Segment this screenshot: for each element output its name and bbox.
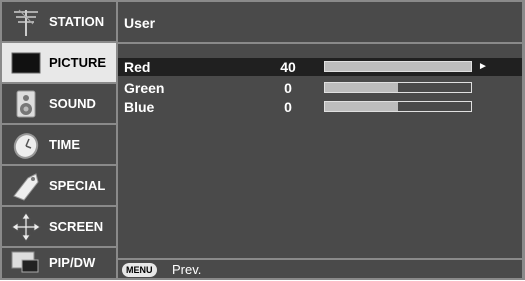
setting-label: Red [124, 59, 151, 75]
right-arrow-icon: ► [478, 61, 488, 72]
antenna-icon [10, 6, 42, 38]
speaker-icon [10, 88, 42, 120]
sidebar-item-special[interactable]: SPECIAL [2, 166, 116, 205]
sidebar-item-pip-dw[interactable]: PIP/DW [2, 248, 116, 278]
sidebar-item-sound[interactable]: SOUND [2, 84, 116, 123]
setting-label: Green [124, 80, 165, 96]
sidebar-item-station[interactable]: STATION [2, 2, 116, 41]
sidebar-item-screen[interactable]: SCREEN [2, 207, 116, 246]
setting-value: 0 [284, 80, 292, 96]
panel-title: User [118, 2, 522, 44]
slider-fill [325, 83, 398, 92]
level-slider[interactable] [324, 82, 472, 93]
sidebar-item-time[interactable]: TIME [2, 125, 116, 164]
prev-label: Prev. [172, 262, 202, 277]
setting-label: Blue [124, 99, 155, 115]
sidebar-item-label: SOUND [49, 96, 96, 111]
clock-icon [10, 129, 42, 161]
tag-icon [10, 170, 42, 202]
slider-fill [325, 62, 471, 71]
sidebar-item-label: PIP/DW [49, 255, 96, 270]
setting-value: 40 [280, 59, 296, 75]
level-slider[interactable] [324, 61, 472, 72]
settings-panel: User Red 40 ► Green 0 Blue 0 MENU Prev. [118, 2, 522, 278]
sidebar: STATION PICTURE SOUND TIME SPECIAL SCREE… [2, 2, 116, 278]
move-arrows-icon [10, 211, 42, 243]
setting-row-green[interactable]: Green 0 [118, 79, 522, 97]
pip-windows-icon [10, 250, 42, 276]
sidebar-item-label: SPECIAL [49, 178, 106, 193]
slider-fill [325, 102, 398, 111]
osd-menu: STATION PICTURE SOUND TIME SPECIAL SCREE… [0, 0, 525, 280]
setting-row-blue[interactable]: Blue 0 [118, 98, 522, 116]
sidebar-item-label: SCREEN [49, 219, 104, 234]
setting-row-red[interactable]: Red 40 ► [118, 58, 522, 76]
footer-hint: MENU Prev. [118, 258, 522, 280]
sidebar-item-label: PICTURE [49, 55, 107, 70]
setting-value: 0 [284, 99, 292, 115]
tv-screen-icon [10, 47, 42, 79]
level-slider[interactable] [324, 101, 472, 112]
sidebar-item-label: TIME [49, 137, 81, 152]
menu-key-icon: MENU [122, 263, 157, 277]
sidebar-item-label: STATION [49, 14, 105, 29]
sidebar-item-picture[interactable]: PICTURE [2, 43, 116, 82]
